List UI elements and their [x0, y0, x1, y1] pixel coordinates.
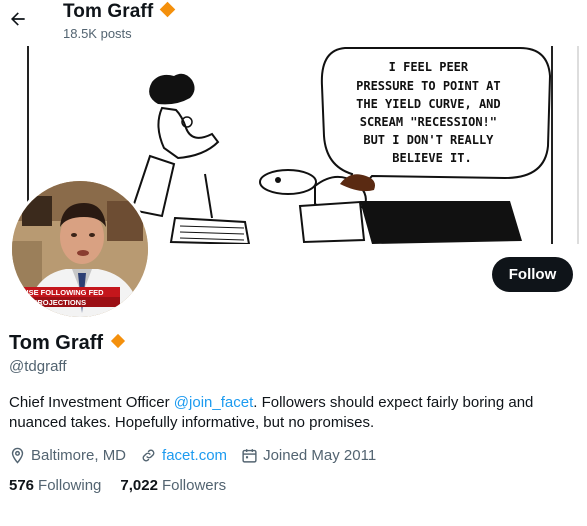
followers-count: 7,022 — [120, 477, 158, 494]
profile-avatar[interactable]: S RISE FOLLOWING FED AND PROJECTIONS — [9, 178, 151, 320]
banner-caption-line: THE YIELD CURVE, AND — [356, 97, 501, 111]
banner-caption-line: PRESSURE TO POINT AT — [356, 79, 501, 93]
profile-meta: Baltimore, MD facet.com Joined May 2011 — [9, 445, 390, 465]
website: facet.com — [140, 447, 227, 464]
back-arrow-icon[interactable] — [6, 7, 30, 31]
chyron-line-1: S RISE FOLLOWING FED — [14, 288, 104, 297]
following-label: Following — [38, 477, 102, 494]
banner-caption-line: SCREAM "RECESSION!" — [360, 115, 497, 129]
banner-caption-line: BUT I DON'T REALLY — [363, 133, 494, 147]
website-link[interactable]: facet.com — [162, 447, 227, 464]
location-pin-icon — [9, 447, 26, 464]
following-count: 576 — [9, 477, 35, 494]
banner-caption-line: I FEEL PEER — [389, 60, 469, 74]
chyron-line-2: AND PROJECTIONS — [14, 298, 86, 307]
bio-text: Chief Investment Officer — [9, 394, 174, 411]
joined-text: Joined May 2011 — [263, 446, 377, 464]
location-text: Baltimore, MD — [31, 446, 127, 464]
post-count: 18.5K posts — [63, 26, 132, 41]
followers-link[interactable]: 7,022 Followers — [120, 477, 226, 494]
link-icon — [140, 447, 157, 464]
calendar-icon — [241, 447, 258, 464]
verified-badge-icon — [160, 1, 176, 18]
location: Baltimore, MD — [9, 447, 126, 464]
profile-handle: @tdgraff — [9, 358, 67, 375]
following-link[interactable]: 576 Following — [9, 477, 101, 494]
header-name: Tom Graff — [63, 1, 176, 23]
joined-date: Joined May 2011 — [241, 447, 376, 464]
profile-header-bar: Tom Graff 18.5K posts — [0, 0, 587, 46]
verified-badge-icon[interactable] — [111, 333, 126, 349]
profile-name: Tom Graff — [9, 332, 126, 355]
follow-stats: 576 Following 7,022 Followers — [9, 477, 245, 494]
followers-label: Followers — [161, 477, 227, 494]
banner-caption-line: BELIEVE IT. — [392, 151, 471, 165]
profile-bio: Chief Investment Officer @join_facet. Fo… — [9, 393, 569, 433]
follow-button[interactable]: Follow — [492, 257, 573, 292]
profile-name-text: Tom Graff — [9, 332, 104, 354]
bio-mention-link[interactable]: @join_facet — [174, 394, 253, 411]
header-name-text: Tom Graff — [63, 1, 154, 22]
